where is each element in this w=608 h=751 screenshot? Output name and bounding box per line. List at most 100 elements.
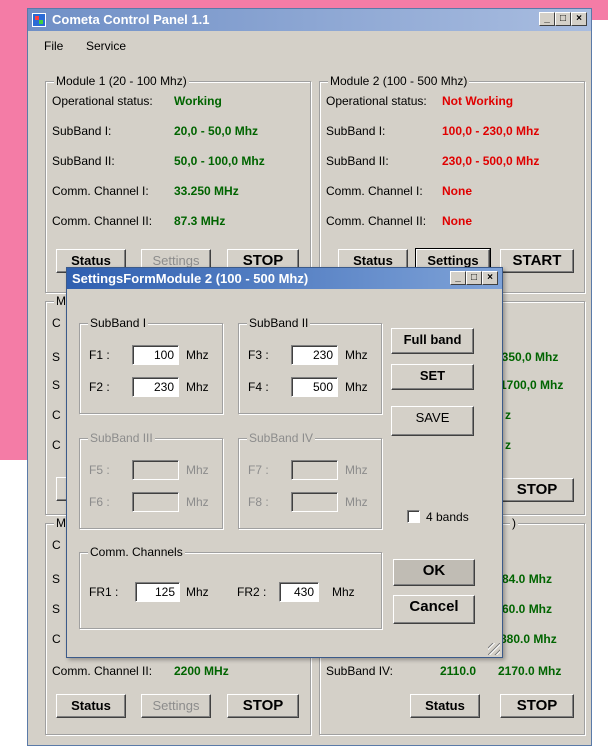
module5-settings-button[interactable]: Settings xyxy=(141,694,211,718)
subband2-legend: SubBand II xyxy=(247,316,311,330)
f6-input[interactable] xyxy=(132,492,179,512)
f4-input[interactable]: 500 xyxy=(291,377,338,397)
module6-sub4-value: 2110.0 xyxy=(440,664,477,678)
cancel-button[interactable]: Cancel xyxy=(393,595,475,624)
set-button[interactable]: SET xyxy=(391,364,474,390)
module2-ch2-value: None xyxy=(442,214,472,228)
f5-label: F5 : xyxy=(89,463,110,477)
f7-label: F7 : xyxy=(248,463,269,477)
module6-sub4-label: SubBand IV: xyxy=(326,664,393,678)
f8-label: F8 : xyxy=(248,495,269,509)
f5-input[interactable] xyxy=(132,460,179,480)
maximize-icon[interactable]: □ xyxy=(555,12,571,26)
f6-label: F6 : xyxy=(89,495,110,509)
dialog-title: SettingsFormModule 2 (100 - 500 Mhz) xyxy=(72,271,309,286)
module6-value: 2170.0 Mhz xyxy=(498,664,562,678)
module5-row-label: C xyxy=(52,632,61,646)
module2-status-value: Not Working xyxy=(442,94,514,108)
module1-status-value: Working xyxy=(174,94,222,108)
comm-channels-group: Comm. Channels FR1 : 125 Mhz FR2 : 430 M… xyxy=(79,545,382,629)
fr2-unit: Mhz xyxy=(332,585,355,599)
f6-unit: Mhz xyxy=(186,495,209,509)
f4-label: F4 : xyxy=(248,380,269,394)
module5-status-button[interactable]: Status xyxy=(56,694,126,718)
module2-sub1-value: 100,0 - 230,0 Mhz xyxy=(442,124,540,138)
close-icon[interactable]: × xyxy=(482,271,498,285)
f3-unit: Mhz xyxy=(345,348,368,362)
window-title: Cometa Control Panel 1.1 xyxy=(52,12,210,27)
module5-ch2-label: Comm. Channel II: xyxy=(52,664,153,678)
module1-legend: Module 1 (20 - 100 Mhz) xyxy=(54,74,189,88)
module4-value: z xyxy=(505,408,511,422)
module2-status-label: Operational status: xyxy=(326,94,427,108)
module4-value: 1700,0 Mhz xyxy=(500,378,564,392)
fr1-label: FR1 : xyxy=(89,585,119,599)
title-bar: Cometa Control Panel 1.1 _ □ × xyxy=(28,9,591,31)
f5-unit: Mhz xyxy=(186,463,209,477)
module5-row-label: S xyxy=(52,572,61,586)
comm-channels-legend: Comm. Channels xyxy=(88,545,185,559)
4-bands-label: 4 bands xyxy=(426,510,469,524)
fr1-input[interactable]: 125 xyxy=(135,582,180,602)
f7-input[interactable] xyxy=(291,460,338,480)
minimize-icon[interactable]: _ xyxy=(539,12,555,26)
ok-button[interactable]: OK xyxy=(393,559,475,586)
fr2-label: FR2 : xyxy=(237,585,267,599)
full-band-button[interactable]: Full band xyxy=(391,328,474,354)
module5-row-label: S xyxy=(52,602,61,616)
module1-group: Module 1 (20 - 100 Mhz) Operational stat… xyxy=(45,74,311,293)
close-icon[interactable]: × xyxy=(571,12,587,26)
f2-label: F2 : xyxy=(89,380,110,394)
subband3-legend: SubBand III xyxy=(88,431,155,445)
module3-row-label: C xyxy=(52,316,61,330)
f8-input[interactable] xyxy=(291,492,338,512)
module1-sub1-label: SubBand I: xyxy=(52,124,112,138)
module2-sub2-label: SubBand II: xyxy=(326,154,389,168)
module4-value: 1350,0 Mhz xyxy=(495,350,559,364)
module1-ch1-value: 33.250 MHz xyxy=(174,184,239,198)
module1-ch2-label: Comm. Channel II: xyxy=(52,214,153,228)
f3-label: F3 : xyxy=(248,348,269,362)
f2-input[interactable]: 230 xyxy=(132,377,179,397)
subband4-legend: SubBand IV xyxy=(247,431,316,445)
f8-unit: Mhz xyxy=(345,495,368,509)
subband1-legend: SubBand I xyxy=(88,316,149,330)
f1-input[interactable]: 100 xyxy=(132,345,179,365)
module6-value: 84.0 Mhz xyxy=(502,572,553,586)
subband4-group: SubBand IV F7 : Mhz F8 : Mhz xyxy=(238,431,382,529)
module1-sub2-value: 50,0 - 100,0 Mhz xyxy=(174,154,265,168)
module1-ch1-label: Comm. Channel I: xyxy=(52,184,149,198)
module6-stop-button[interactable]: STOP xyxy=(500,694,574,718)
menu-service[interactable]: Service xyxy=(86,39,126,53)
subband2-group: SubBand II F3 : 230 Mhz F4 : 500 Mhz xyxy=(238,316,382,414)
resize-grip-icon[interactable] xyxy=(488,643,500,655)
module3-row-label: S xyxy=(52,378,61,392)
module6-status-button[interactable]: Status xyxy=(410,694,480,718)
module1-ch2-value: 87.3 MHz xyxy=(174,214,226,228)
app-icon xyxy=(32,13,46,27)
dialog-title-bar: SettingsFormModule 2 (100 - 500 Mhz) _ □… xyxy=(67,268,502,289)
module2-start-button[interactable]: START xyxy=(500,249,574,273)
maximize-icon[interactable]: □ xyxy=(466,271,482,285)
f1-label: F1 : xyxy=(89,348,110,362)
module5-stop-button[interactable]: STOP xyxy=(227,694,299,718)
module1-sub1-value: 20,0 - 50,0 Mhz xyxy=(174,124,259,138)
module3-row-label: C xyxy=(52,408,61,422)
module2-ch1-value: None xyxy=(442,184,472,198)
subband1-group: SubBand I F1 : 100 Mhz F2 : 230 Mhz xyxy=(79,316,223,414)
minimize-icon[interactable]: _ xyxy=(450,271,466,285)
module3-row-label: S xyxy=(52,350,61,364)
save-button[interactable]: SAVE xyxy=(391,406,474,436)
module2-ch1-label: Comm. Channel I: xyxy=(326,184,423,198)
module2-group: Module 2 (100 - 500 Mhz) Operational sta… xyxy=(319,74,585,293)
f3-input[interactable]: 230 xyxy=(291,345,338,365)
4-bands-checkbox[interactable] xyxy=(407,510,420,523)
fr2-input[interactable]: 430 xyxy=(279,582,319,602)
module6-value: 880.0 Mhz xyxy=(500,632,557,646)
menu-file[interactable]: File xyxy=(44,39,63,53)
f7-unit: Mhz xyxy=(345,463,368,477)
module5-ch2-value: 2200 MHz xyxy=(174,664,229,678)
module4-stop-button[interactable]: STOP xyxy=(500,478,574,502)
f2-unit: Mhz xyxy=(186,380,209,394)
f4-unit: Mhz xyxy=(345,380,368,394)
